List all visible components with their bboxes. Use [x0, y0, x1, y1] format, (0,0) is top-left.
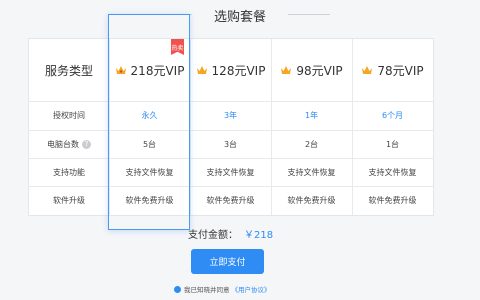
crown-icon: [196, 66, 207, 74]
plan-duration: 3年: [223, 111, 238, 120]
row-label-devices: 电脑台数 ?: [29, 130, 109, 158]
devices-label-text: 电脑台数: [47, 139, 79, 149]
plan-devices: 2台: [304, 139, 319, 149]
plan-feature: 支持文件恢复: [206, 167, 255, 177]
plan-name: 78元VIP: [377, 63, 424, 78]
plan-name: 128元VIP: [211, 63, 266, 78]
plan-upgrade: 软件免费升级: [368, 196, 417, 205]
service-type-header: 服务类型: [44, 63, 93, 78]
plan-table: 服务类型 218元VIP 128元VIP 98元VIP 78元VIP 授权时间 …: [28, 38, 434, 216]
help-icon[interactable]: ?: [82, 139, 91, 149]
plan-78-header[interactable]: 78元VIP: [352, 39, 433, 101]
plan-feature: 支持文件恢复: [287, 167, 336, 177]
user-agreement-link[interactable]: 《用户协议》: [232, 284, 271, 294]
row-label-duration: 授权时间: [53, 111, 85, 120]
page-title: 选购套餐: [213, 10, 266, 25]
plan-duration: 1年: [304, 111, 319, 120]
amount-label: 支付金额：: [188, 230, 238, 241]
agreement-row: 我已知晓并同意 《用户协议》: [174, 284, 271, 294]
agree-text: 我已知晓并同意: [184, 286, 230, 294]
plan-name: 98元VIP: [296, 63, 343, 78]
plan-128-header[interactable]: 128元VIP: [190, 39, 271, 101]
pay-now-button[interactable]: 立即支付: [191, 249, 264, 274]
plan-devices: 3台: [223, 139, 238, 149]
header-divider-right: [288, 14, 330, 15]
plan-upgrade: 软件免费升级: [287, 196, 336, 205]
amount-value: ￥218: [244, 230, 274, 241]
plan-duration: 6个月: [381, 111, 404, 120]
row-label-feature: 支持功能: [53, 167, 85, 177]
crown-icon: [362, 66, 373, 74]
plan-98-header[interactable]: 98元VIP: [271, 39, 352, 101]
row-label-upgrade: 软件升级: [53, 196, 85, 205]
plan-feature: 支持文件恢复: [368, 167, 417, 177]
plan-upgrade: 软件免费升级: [206, 196, 255, 205]
plan-devices: 1台: [385, 139, 400, 149]
section-header: 选购套餐: [0, 0, 480, 30]
agree-radio[interactable]: [174, 285, 181, 293]
crown-icon: [281, 66, 292, 74]
payment-amount: 支付金额： ￥218: [188, 226, 273, 241]
